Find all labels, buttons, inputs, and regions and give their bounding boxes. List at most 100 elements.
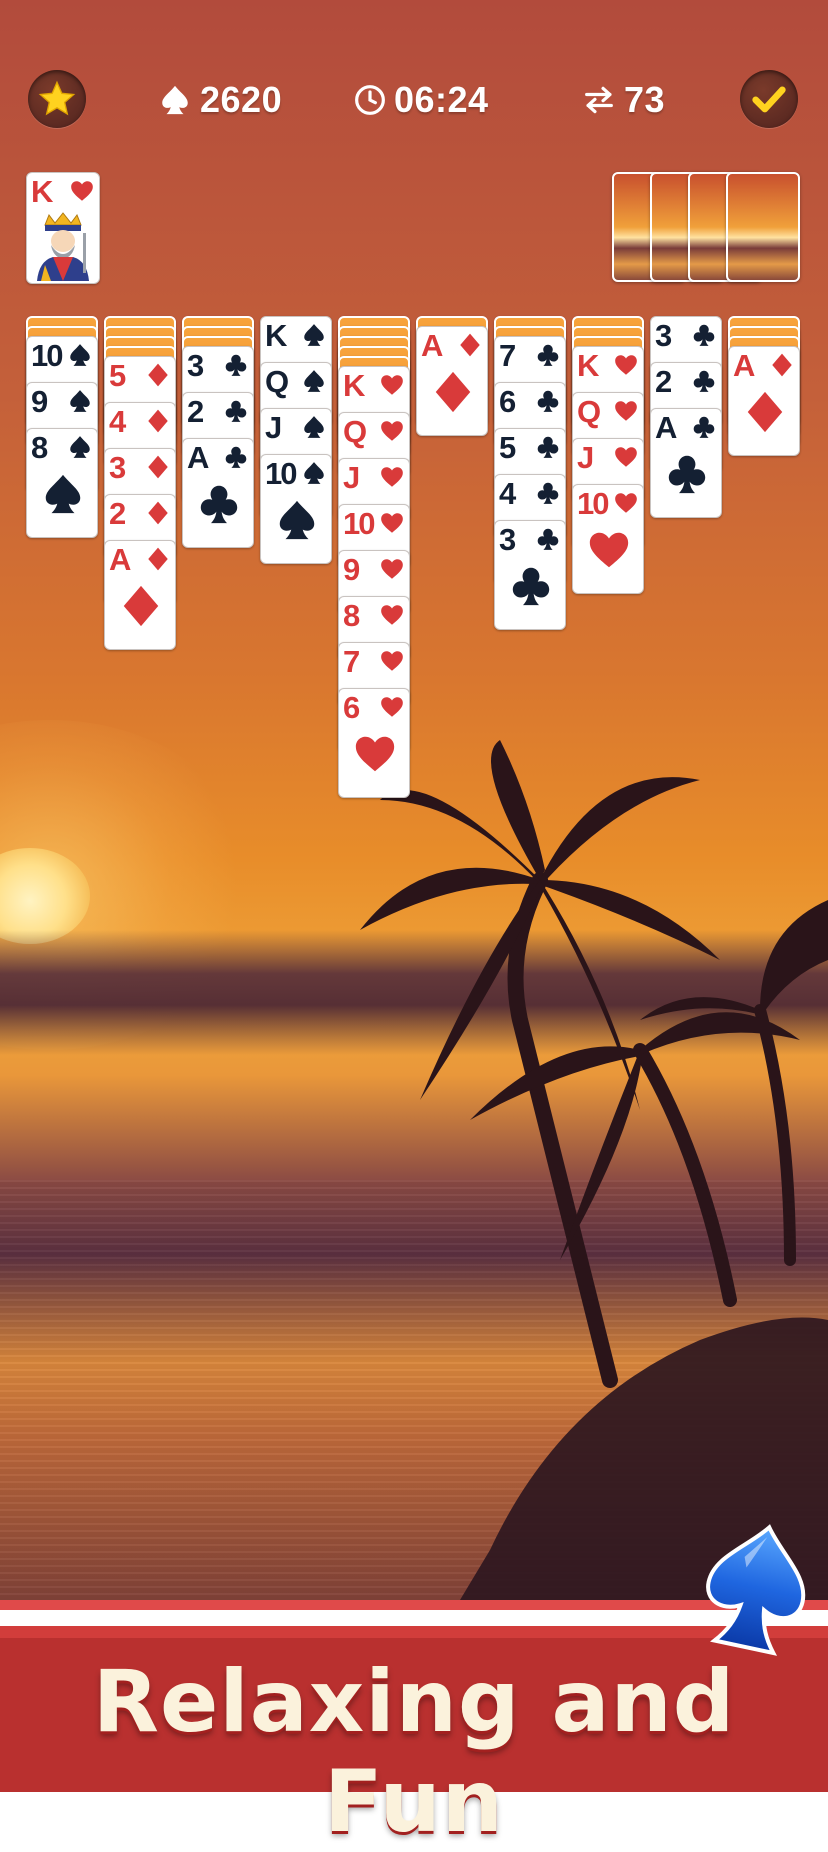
card-rank: J bbox=[343, 460, 361, 495]
heart-suit-icon bbox=[381, 467, 403, 487]
spade-suit-icon bbox=[304, 370, 324, 392]
card-rank: 3 bbox=[109, 450, 127, 485]
card-rank: Q bbox=[343, 414, 368, 449]
diamond-suit-icon bbox=[148, 501, 168, 525]
card-rank: A bbox=[655, 410, 678, 445]
club-suit-icon bbox=[693, 370, 715, 392]
playing-card[interactable]: 10 bbox=[260, 454, 332, 564]
playing-card[interactable]: 3 bbox=[494, 520, 566, 630]
spade-suit-icon bbox=[304, 462, 324, 484]
playing-card[interactable]: A bbox=[728, 346, 800, 456]
timer-display: 06:24 bbox=[354, 78, 489, 122]
card-rank: 2 bbox=[187, 394, 205, 429]
banner-title: Relaxing and Fun bbox=[92, 1652, 736, 1852]
card-rank: 10 bbox=[343, 506, 376, 541]
spade-suit-icon bbox=[70, 390, 90, 412]
diamond-suit-icon bbox=[460, 333, 480, 357]
diamond-suit-icon bbox=[148, 363, 168, 387]
card-rank: 9 bbox=[343, 552, 361, 587]
card-rank: 7 bbox=[343, 644, 361, 679]
card-rank: 5 bbox=[109, 358, 127, 393]
playing-card[interactable]: 8 bbox=[26, 428, 98, 538]
card-rank: 8 bbox=[343, 598, 361, 633]
club-center-icon bbox=[668, 455, 706, 494]
timer-value: 06:24 bbox=[394, 79, 489, 120]
stock-card-back[interactable] bbox=[726, 172, 800, 282]
card-rank: 2 bbox=[109, 496, 127, 531]
club-suit-icon bbox=[693, 324, 715, 346]
card-rank: 6 bbox=[499, 384, 517, 419]
card-rank: Q bbox=[577, 394, 602, 429]
favorite-button[interactable] bbox=[28, 70, 86, 128]
club-suit-icon bbox=[537, 436, 559, 458]
heart-suit-icon bbox=[615, 355, 637, 375]
score-value: 2620 bbox=[200, 79, 283, 120]
club-suit-icon bbox=[225, 400, 247, 422]
moves-display: 73 bbox=[582, 78, 665, 122]
card-rank: A bbox=[109, 542, 132, 577]
playing-card[interactable]: 6 bbox=[338, 688, 410, 798]
card-rank: 10 bbox=[265, 456, 298, 491]
card-rank: A bbox=[733, 348, 756, 383]
king-portrait bbox=[31, 211, 95, 281]
card-rank: K bbox=[31, 174, 54, 209]
playing-card[interactable]: A bbox=[416, 326, 488, 436]
card-rank: Q bbox=[265, 364, 290, 399]
spade-center-icon bbox=[45, 474, 81, 514]
diamond-suit-icon bbox=[148, 547, 168, 571]
card-rank: K bbox=[265, 318, 288, 353]
card-rank: K bbox=[577, 348, 600, 383]
playing-card[interactable]: 10 bbox=[572, 484, 644, 594]
card-rank: 3 bbox=[655, 318, 673, 353]
card-rank: 5 bbox=[499, 430, 517, 465]
spade-suit-icon bbox=[304, 416, 324, 438]
card-rank: 9 bbox=[31, 384, 49, 419]
diamond-center-icon bbox=[435, 371, 471, 413]
card-rank: 4 bbox=[499, 476, 517, 511]
heart-suit-icon bbox=[381, 421, 403, 441]
card-rank: J bbox=[265, 410, 283, 445]
playing-card[interactable]: A bbox=[650, 408, 722, 518]
diamond-center-icon bbox=[747, 391, 783, 433]
heart-suit-icon bbox=[381, 651, 403, 671]
club-center-icon bbox=[512, 567, 550, 606]
heart-suit-icon bbox=[615, 401, 637, 421]
score-display: 2620 bbox=[158, 78, 282, 122]
card-rank: 6 bbox=[343, 690, 361, 725]
spade-logo-icon bbox=[706, 1524, 806, 1656]
playing-card[interactable]: A bbox=[104, 540, 176, 650]
diamond-suit-icon bbox=[772, 353, 792, 377]
spade-suit-icon bbox=[70, 344, 90, 366]
heart-center-icon bbox=[355, 736, 395, 772]
spade-icon bbox=[162, 85, 188, 115]
checkmark-icon bbox=[752, 86, 786, 113]
card-rank: 10 bbox=[577, 486, 610, 521]
club-suit-icon bbox=[225, 446, 247, 468]
diamond-suit-icon bbox=[148, 409, 168, 433]
heart-suit-icon bbox=[381, 513, 403, 533]
club-center-icon bbox=[200, 485, 238, 524]
card-rank: 10 bbox=[31, 338, 64, 373]
foundation-completed-card: K bbox=[26, 172, 100, 284]
clock-icon bbox=[355, 85, 385, 115]
spade-suit-icon bbox=[304, 324, 324, 346]
card-rank: A bbox=[187, 440, 210, 475]
club-suit-icon bbox=[225, 354, 247, 376]
card-rank: 8 bbox=[31, 430, 49, 465]
spade-suit-icon bbox=[70, 436, 90, 458]
daily-goal-button[interactable] bbox=[740, 70, 798, 128]
spade-center-icon bbox=[279, 500, 315, 540]
heart-suit-icon bbox=[381, 375, 403, 395]
card-rank: 2 bbox=[655, 364, 673, 399]
playing-card[interactable]: A bbox=[182, 438, 254, 548]
moves-value: 73 bbox=[624, 79, 666, 120]
card-rank: 7 bbox=[499, 338, 517, 373]
heart-suit-icon bbox=[381, 559, 403, 579]
club-suit-icon bbox=[693, 416, 715, 438]
diamond-center-icon bbox=[123, 585, 159, 627]
heart-suit-icon bbox=[71, 181, 93, 201]
swap-arrows-icon bbox=[585, 86, 613, 114]
star-icon bbox=[38, 80, 76, 116]
card-rank: A bbox=[421, 328, 444, 363]
card-rank: 4 bbox=[109, 404, 127, 439]
